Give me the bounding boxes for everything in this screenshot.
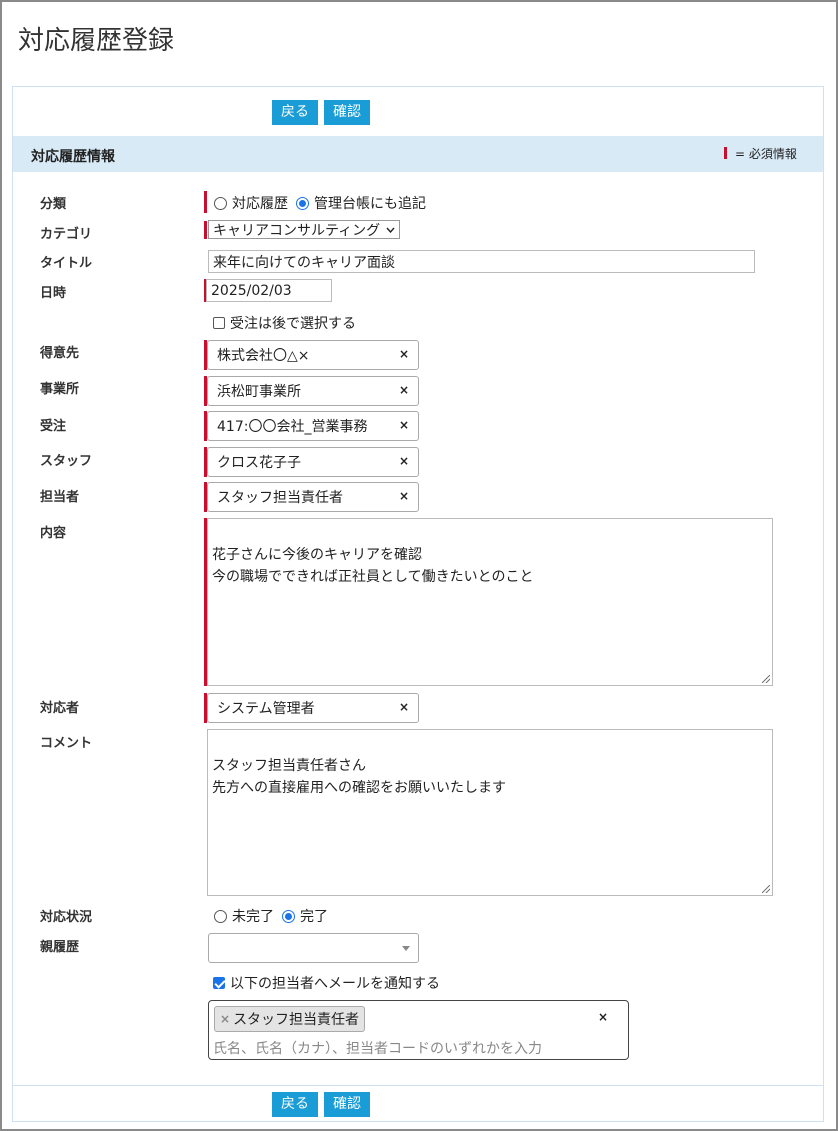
resize-grip-icon[interactable] [762,675,770,683]
radio-incomplete[interactable] [214,909,227,923]
datetime-label: 日時 [40,286,67,301]
office-select[interactable]: 浜松町事業所 × [207,376,419,406]
clear-icon[interactable]: × [399,700,409,714]
comment-label: コメント [40,736,93,751]
responder-select[interactable]: システム管理者 × [207,693,419,723]
office-label: 事業所 [40,382,80,397]
order-select[interactable]: 417:〇〇会社_営業事務 × [207,411,419,441]
content-textarea[interactable]: 花子さんに今後のキャリアを確認 今の職場でできれば正社員として働きたいとのこと [207,518,773,686]
category-value: キャリアコンサルティング [213,222,381,239]
radio-taio-rireki[interactable] [214,196,227,210]
person-in-charge-select[interactable]: スタッフ担当責任者 × [207,482,419,512]
recipient-search-input[interactable]: 氏名、氏名（カナ）、担当者コードのいずれかを入力 [213,1038,542,1058]
divider [13,1085,823,1086]
page-title: 対応履歴登録 [18,26,175,56]
order-label: 受注 [40,419,67,434]
category-label: カテゴリ [40,227,93,242]
required-bar [204,221,207,239]
notify-mail-row: 以下の担当者へメールを通知する [213,973,440,993]
required-indicator-icon [724,147,727,159]
responder-value: システム管理者 [217,701,315,717]
back-button-bottom[interactable]: 戻る [272,1092,318,1117]
order-later-row: 受注は後で選択する [213,313,356,333]
clear-icon[interactable]: × [399,454,409,468]
remove-tag-icon[interactable]: × [220,1012,230,1026]
recipient-tag: × スタッフ担当責任者 [214,1006,366,1032]
clear-icon[interactable]: × [399,383,409,397]
classification-radio-group: 対応履歴 管理台帳にも追記 [214,193,426,213]
person-in-charge-value: スタッフ担当責任者 [217,490,343,506]
date-input[interactable]: 2025/02/03 [206,279,332,302]
title-input[interactable]: 来年に向けてのキャリア面談 [208,250,755,273]
parent-history-label: 親履歴 [40,940,80,955]
radio-kanri-daicho[interactable] [296,196,309,210]
staff-select[interactable]: クロス花子子 × [207,447,419,477]
radio-complete[interactable] [282,909,295,923]
order-later-label: 受注は後で選択する [230,316,356,332]
parent-history-select[interactable] [208,933,419,963]
clear-icon[interactable]: × [399,489,409,503]
date-value: 2025/02/03 [211,282,292,299]
title-label: タイトル [40,256,93,271]
radio-label-incomplete: 未完了 [232,909,274,925]
classification-label: 分類 [40,197,67,212]
required-bar [204,191,207,213]
comment-value: スタッフ担当責任者さん 先方への直接雇用への確認をお願いいたします [212,758,506,796]
radio-label-complete: 完了 [300,909,328,925]
staff-value: クロス花子子 [217,455,301,471]
order-later-checkbox[interactable] [213,317,225,329]
radio-label-kanri-daicho: 管理台帳にも追記 [314,196,426,212]
person-in-charge-label: 担当者 [40,490,80,505]
recipient-tag-label: スタッフ担当責任者 [233,1012,360,1028]
category-select[interactable]: キャリアコンサルティング [208,220,400,239]
notify-mail-label: 以下の担当者へメールを通知する [230,976,440,992]
caret-down-icon [402,946,410,951]
title-value: 来年に向けてのキャリア面談 [213,254,395,271]
clear-icon[interactable]: × [399,347,409,361]
confirm-button-top[interactable]: 確認 [324,100,370,125]
confirm-button-bottom[interactable]: 確認 [324,1092,370,1117]
back-button-top[interactable]: 戻る [272,100,318,125]
notify-mail-checkbox[interactable] [213,977,225,989]
office-value: 浜松町事業所 [217,384,301,400]
customer-select[interactable]: 株式会社〇△× × [207,340,419,370]
chevron-down-icon [386,227,395,233]
required-legend: = 必須情報 [735,147,797,161]
content-label: 内容 [40,526,67,541]
status-radio-group: 未完了 完了 [214,906,328,926]
comment-textarea[interactable]: スタッフ担当責任者さん 先方への直接雇用への確認をお願いいたします [207,729,773,896]
responder-label: 対応者 [40,701,80,716]
section-header: 対応履歴情報 = 必須情報 [13,136,823,172]
customer-value: 株式会社〇△× [217,348,310,364]
radio-label-taio-rireki: 対応履歴 [232,196,288,212]
section-title: 対応履歴情報 [31,149,115,165]
clear-icon[interactable]: × [399,418,409,432]
order-value: 417:〇〇会社_営業事務 [217,419,368,435]
staff-label: スタッフ [40,454,93,469]
content-value: 花子さんに今後のキャリアを確認 今の職場でできれば正社員として働きたいとのこと [212,547,534,585]
customer-label: 得意先 [40,346,80,361]
clear-all-icon[interactable]: × [598,1010,608,1024]
resize-grip-icon[interactable] [762,885,770,893]
status-label: 対応状況 [40,910,93,925]
